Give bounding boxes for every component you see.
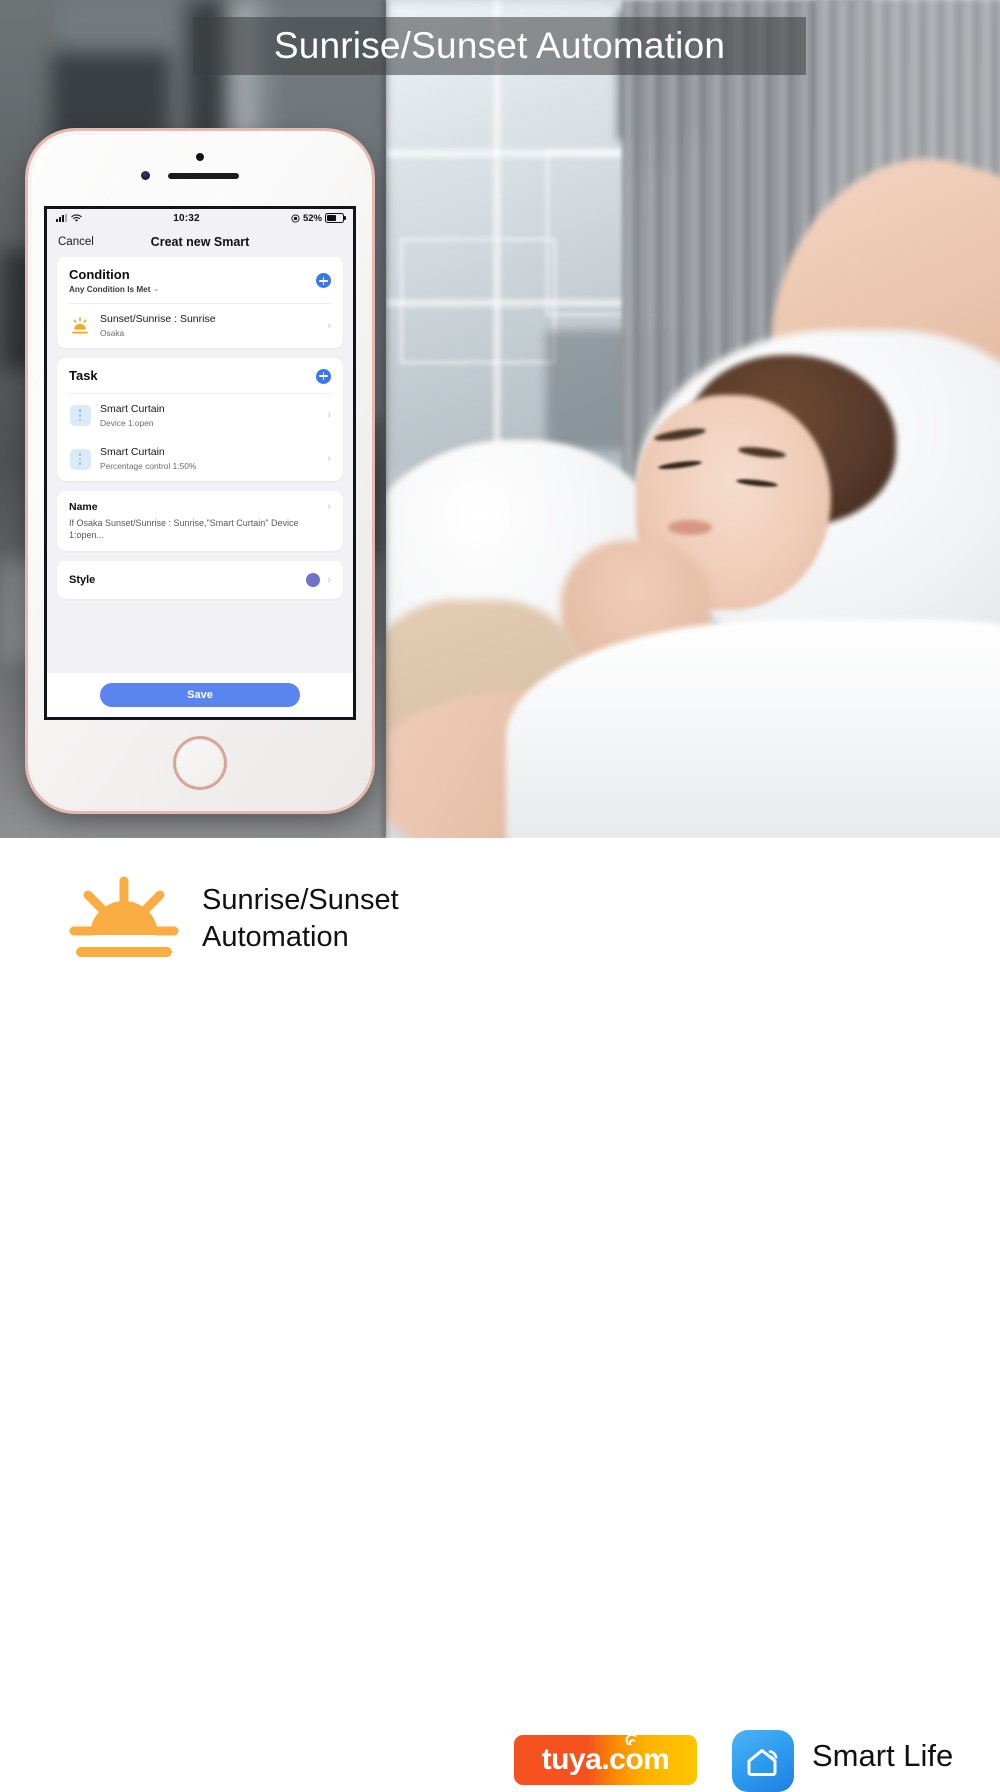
style-color-swatch[interactable] [306, 573, 321, 588]
status-bar: 10:32 52% [47, 209, 353, 227]
condition-title: Condition [69, 267, 130, 282]
task-item-title: Smart Curtain [100, 446, 165, 459]
smart-life-text: Smart Life [812, 1738, 954, 1773]
task-card: Task Smart Curtain Device 1:open › Smart… [57, 357, 343, 481]
save-button[interactable]: Save [100, 683, 300, 707]
smart-curtain-icon [69, 448, 91, 470]
hero-seam [382, 0, 390, 838]
chevron-right-icon: › [327, 453, 331, 465]
battery-icon [325, 212, 346, 224]
chevron-down-icon: ⌄ [153, 286, 160, 294]
earpiece-speaker [168, 173, 239, 179]
task-row[interactable]: Smart Curtain Device 1:open › [57, 394, 343, 438]
nav-bar: Cancel Creat new Smart [47, 227, 353, 257]
footer-title-line2: Automation [202, 921, 349, 953]
rotation-lock-icon [291, 213, 300, 223]
name-card[interactable]: Name If Osaka Sunset/Sunrise : Sunrise,"… [57, 490, 343, 552]
condition-mode-selector[interactable]: Any Condition Is Met ⌄ [69, 285, 316, 294]
wifi-icon [625, 1733, 637, 1746]
hero-right-bedroom [386, 0, 1000, 838]
smart-curtain-icon [69, 404, 91, 426]
task-title: Task [69, 367, 98, 383]
style-label: Style [69, 574, 96, 587]
footer-feature: Sunrise/Sunset Automation [68, 873, 399, 965]
chevron-right-icon: › [327, 574, 331, 587]
task-item-subtitle: Percentage control 1:50% [100, 461, 197, 472]
save-bar: Save [47, 673, 353, 717]
name-label: Name [69, 500, 98, 513]
wifi-icon [71, 213, 82, 222]
condition-mode-label: Any Condition Is Met [69, 284, 151, 294]
chevron-right-icon: › [327, 319, 331, 332]
banner-title-text: Sunrise/Sunset Automation [273, 25, 726, 66]
promo-image: Sunrise/Sunset Automation 10:32 52% Canc… [0, 0, 1000, 1792]
footer-feature-title: Sunrise/Sunset Automation [202, 882, 399, 956]
banner-title: Sunrise/Sunset Automation [193, 17, 806, 75]
add-task-button[interactable] [316, 368, 331, 384]
phone-screen: 10:32 52% Cancel Creat new Smart Conditi… [47, 209, 353, 717]
proximity-sensor-icon [141, 171, 150, 180]
signal-bars-icon [56, 214, 67, 222]
task-item-title: Smart Curtain [100, 402, 165, 415]
condition-card: Condition Any Condition Is Met ⌄ Sunset/… [57, 257, 343, 348]
condition-item-subtitle: Osaka [100, 328, 125, 339]
screen-scroll-area[interactable]: Condition Any Condition Is Met ⌄ Sunset/… [47, 257, 353, 600]
hero-photo: Sunrise/Sunset Automation 10:32 52% Canc… [0, 0, 1000, 838]
task-item-subtitle: Device 1:open [100, 417, 154, 428]
tuya-logo-text: tuya.com [541, 1743, 670, 1776]
sunrise-icon [68, 873, 180, 965]
condition-card-header: Condition Any Condition Is Met ⌄ [57, 257, 343, 303]
condition-row[interactable]: Sunset/Sunrise : Sunrise Osaka › [57, 304, 343, 348]
sunrise-icon [69, 315, 91, 337]
status-time: 10:32 [173, 212, 200, 224]
smart-home-app-icon [732, 1730, 794, 1792]
phone-mockup: 10:32 52% Cancel Creat new Smart Conditi… [28, 131, 372, 811]
chevron-right-icon: › [327, 409, 331, 422]
add-condition-button[interactable] [316, 273, 331, 289]
condition-item-title: Sunset/Sunrise : Sunrise [100, 312, 216, 325]
front-camera-icon [196, 153, 204, 161]
home-button[interactable] [176, 739, 224, 787]
footer-title-line1: Sunrise/Sunset [202, 883, 399, 916]
task-row[interactable]: Smart Curtain Percentage control 1:50% › [57, 437, 343, 481]
style-card[interactable]: Style › [57, 561, 343, 600]
chevron-right-icon: › [327, 500, 331, 513]
battery-percent: 52% [302, 212, 322, 224]
footer-bar: Sunrise/Sunset Automation tuya.com Smart… [0, 838, 1000, 1792]
page-title: Creat new Smart [150, 235, 250, 249]
tuya-logo: tuya.com [514, 1733, 697, 1785]
task-card-header: Task [57, 358, 343, 393]
name-value: If Osaka Sunset/Sunrise : Sunrise,"Smart… [69, 517, 299, 540]
